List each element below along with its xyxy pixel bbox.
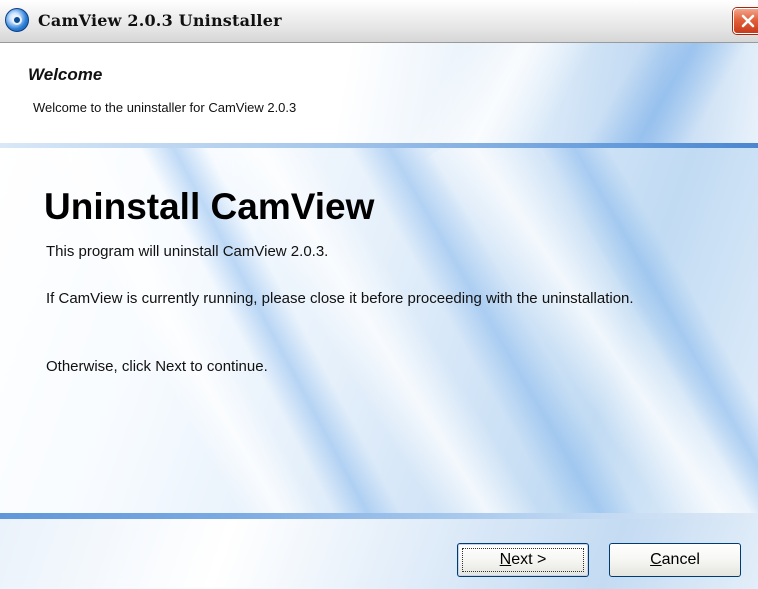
camera-lens-icon bbox=[12, 15, 22, 25]
close-button[interactable] bbox=[733, 8, 758, 34]
close-app-paragraph: If CamView is currently running, please … bbox=[46, 290, 634, 307]
header-decoration bbox=[385, 43, 595, 146]
cancel-button[interactable]: Cancel bbox=[609, 543, 741, 577]
cancel-label: ancel bbox=[661, 551, 700, 568]
uninstaller-window: CamView 2.0.3 Uninstaller Welcome Welcom… bbox=[0, 0, 758, 589]
cancel-mnemonic: C bbox=[650, 551, 662, 568]
next-button[interactable]: Next > bbox=[457, 543, 589, 577]
intro-paragraph: This program will uninstall CamView 2.0.… bbox=[46, 243, 329, 260]
title-bar[interactable]: CamView 2.0.3 Uninstaller bbox=[0, 0, 758, 43]
header-panel: Welcome Welcome to the uninstaller for C… bbox=[0, 43, 758, 146]
page-title: Welcome bbox=[28, 65, 103, 84]
window-title: CamView 2.0.3 Uninstaller bbox=[38, 11, 282, 30]
uninstall-heading: Uninstall CamView bbox=[44, 186, 375, 227]
header-decoration bbox=[561, 43, 749, 146]
main-panel: Uninstall CamView This program will unin… bbox=[0, 148, 758, 513]
focus-ring bbox=[462, 548, 584, 572]
close-icon bbox=[741, 14, 755, 28]
camview-app-icon[interactable] bbox=[5, 8, 29, 32]
continue-paragraph: Otherwise, click Next to continue. bbox=[46, 358, 268, 375]
page-subtitle: Welcome to the uninstaller for CamView 2… bbox=[33, 100, 297, 115]
